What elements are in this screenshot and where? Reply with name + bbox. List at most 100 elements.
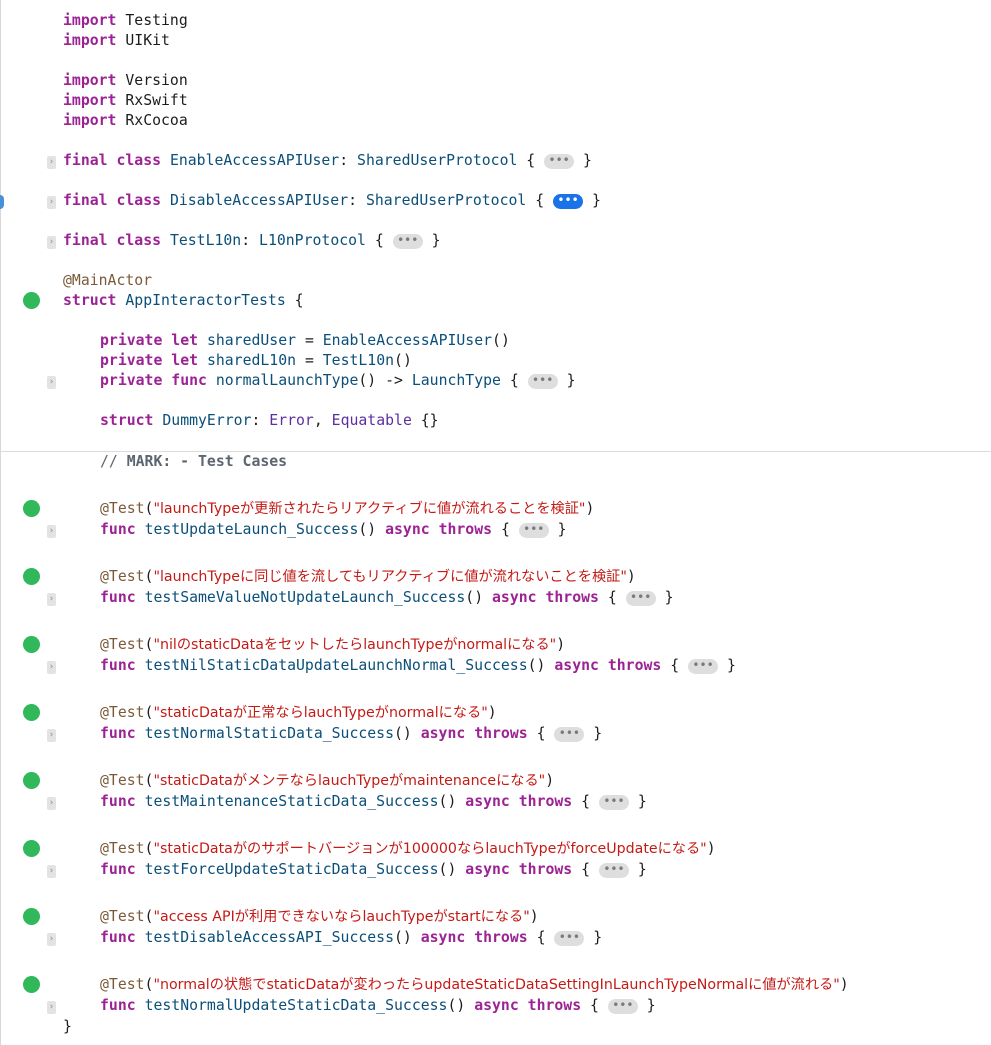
code-line[interactable]: import RxCocoa xyxy=(0,111,991,131)
code-line[interactable] xyxy=(0,0,991,8)
code-line[interactable] xyxy=(0,211,991,231)
code-line[interactable]: import Version xyxy=(0,71,991,91)
fold-ribbon-icon[interactable]: › xyxy=(47,525,56,538)
folded-code-button[interactable]: ••• xyxy=(392,234,423,249)
code-text[interactable]: func testForceUpdateStaticData_Success()… xyxy=(100,860,647,880)
code-line[interactable] xyxy=(0,473,991,493)
test-passed-icon[interactable] xyxy=(23,636,40,653)
code-line[interactable]: › func testNilStaticDataUpdateLaunchNorma… xyxy=(0,656,991,676)
code-line[interactable]: private let sharedL10n = TestL10n() xyxy=(0,351,991,371)
fold-ribbon-icon[interactable]: › xyxy=(47,797,56,810)
code-editor[interactable]: import Testing import UIKit import Version… xyxy=(0,0,991,1045)
code-line[interactable]: struct DummyError: Error, Equatable {} xyxy=(0,411,991,431)
code-line[interactable]: import Testing xyxy=(0,11,991,31)
code-line[interactable]: @Test("launchTypeに同じ値を流してもリアクティブに値が流れないこ… xyxy=(0,567,991,587)
test-passed-icon[interactable] xyxy=(23,568,40,585)
code-text[interactable]: @Test("launchTypeが更新されたらリアクティブに値が流れることを検… xyxy=(100,499,594,519)
code-line[interactable] xyxy=(0,431,991,451)
code-line[interactable]: @MainActor xyxy=(0,271,991,291)
code-line[interactable]: › func testNormalStaticData_Success() asy… xyxy=(0,724,991,744)
code-text[interactable]: @MainActor xyxy=(63,271,152,291)
test-passed-icon[interactable] xyxy=(23,840,40,857)
code-text[interactable]: @Test("staticDataがのサポートバージョンが100000ならlau… xyxy=(100,839,716,859)
test-passed-icon[interactable] xyxy=(23,908,40,925)
code-line[interactable]: } xyxy=(0,1017,991,1037)
code-line[interactable] xyxy=(0,51,991,71)
fold-ribbon-icon[interactable]: › xyxy=(47,236,56,249)
folded-code-button[interactable]: ••• xyxy=(553,194,584,209)
fold-ribbon-icon[interactable]: › xyxy=(47,593,56,606)
code-text[interactable]: } xyxy=(63,1017,72,1037)
code-line[interactable]: › func testNormalUpdateStaticData_Success… xyxy=(0,996,991,1016)
code-text[interactable]: @Test("nilのstaticDataをセットしたらlaunchTypeがn… xyxy=(100,635,565,655)
code-text[interactable]: private let sharedUser = EnableAccessAPI… xyxy=(100,331,510,351)
test-passed-icon[interactable] xyxy=(23,704,40,721)
code-text[interactable]: import Testing xyxy=(63,11,188,31)
code-text[interactable]: final class DisableAccessAPIUser: Shared… xyxy=(63,191,601,211)
code-line[interactable]: @Test("normalの状態でstaticDataが変わったらupdateS… xyxy=(0,975,991,995)
folded-code-button[interactable]: ••• xyxy=(527,374,558,389)
fold-ribbon-icon[interactable]: › xyxy=(47,865,56,878)
code-line[interactable] xyxy=(0,609,991,629)
code-line[interactable]: @Test("staticDataが正常ならlauchTypeがnormalにな… xyxy=(0,703,991,723)
code-text[interactable]: import RxSwift xyxy=(63,91,188,111)
code-text[interactable]: func testNormalUpdateStaticData_Success(… xyxy=(100,996,656,1016)
code-line[interactable] xyxy=(0,251,991,271)
code-line[interactable] xyxy=(0,813,991,833)
code-line[interactable] xyxy=(0,745,991,765)
code-line[interactable]: import RxSwift xyxy=(0,91,991,111)
test-passed-icon[interactable] xyxy=(23,500,40,517)
folded-code-button[interactable]: ••• xyxy=(544,154,575,169)
code-line[interactable]: @Test("access APIが利用できないならlauchTypeがstar… xyxy=(0,907,991,927)
code-text[interactable]: @Test("staticDataがメンテならlauchTypeがmainten… xyxy=(100,771,554,791)
code-line[interactable]: @Test("staticDataがメンテならlauchTypeがmainten… xyxy=(0,771,991,791)
code-text[interactable]: @Test("launchTypeに同じ値を流してもリアクティブに値が流れないこ… xyxy=(100,567,636,587)
folded-code-button[interactable]: ••• xyxy=(598,795,629,810)
code-line[interactable] xyxy=(0,391,991,411)
code-text[interactable]: func testMaintenanceStaticData_Success()… xyxy=(100,792,647,812)
code-line[interactable] xyxy=(0,541,991,561)
code-text[interactable]: func testNilStaticDataUpdateLaunchNormal… xyxy=(100,656,736,676)
code-text[interactable]: final class EnableAccessAPIUser: SharedU… xyxy=(63,151,592,171)
code-line[interactable] xyxy=(0,311,991,331)
code-text[interactable]: struct DummyError: Error, Equatable {} xyxy=(100,411,439,431)
code-text[interactable]: func testNormalStaticData_Success() asyn… xyxy=(100,724,602,744)
code-line[interactable]: struct AppInteractorTests { xyxy=(0,291,991,311)
fold-ribbon-icon[interactable]: › xyxy=(47,933,56,946)
code-line[interactable]: private let sharedUser = EnableAccessAPI… xyxy=(0,331,991,351)
code-line[interactable] xyxy=(0,881,991,901)
code-text[interactable]: import RxCocoa xyxy=(63,111,188,131)
code-text[interactable]: func testDisableAccessAPI_Success() asyn… xyxy=(100,928,602,948)
code-text[interactable]: @Test("normalの状態でstaticDataが変わったらupdateS… xyxy=(100,975,849,995)
folded-code-button[interactable]: ••• xyxy=(554,931,585,946)
fold-ribbon-icon[interactable]: › xyxy=(47,661,56,674)
code-text[interactable]: @Test("staticDataが正常ならlauchTypeがnormalにな… xyxy=(100,703,497,723)
folded-code-button[interactable]: ••• xyxy=(518,523,549,538)
code-line[interactable]: › func testMaintenanceStaticData_Success(… xyxy=(0,792,991,812)
code-line[interactable]: @Test("staticDataがのサポートバージョンが100000ならlau… xyxy=(0,839,991,859)
fold-ribbon-icon[interactable]: › xyxy=(47,376,56,389)
fold-ribbon-icon[interactable]: › xyxy=(47,729,56,742)
code-line[interactable] xyxy=(0,677,991,697)
folded-code-button[interactable]: ••• xyxy=(598,863,629,878)
code-text[interactable]: final class TestL10n: L10nProtocol { •••… xyxy=(63,231,441,251)
code-text[interactable]: private func normalLaunchType() -> Launc… xyxy=(100,371,576,391)
code-text[interactable]: func testUpdateLaunch_Success() async th… xyxy=(100,520,567,540)
folded-code-button[interactable]: ••• xyxy=(554,727,585,742)
fold-ribbon-icon[interactable]: › xyxy=(47,156,56,169)
code-text[interactable]: // MARK: - Test Cases xyxy=(100,452,287,472)
code-text[interactable]: func testSameValueNotUpdateLaunch_Succes… xyxy=(100,588,674,608)
fold-ribbon-icon[interactable]: › xyxy=(47,1001,56,1014)
code-line[interactable]: › final class TestL10n: L10nProtocol { ••… xyxy=(0,231,991,251)
code-line[interactable]: › func testUpdateLaunch_Success() async t… xyxy=(0,520,991,540)
code-line[interactable]: › final class EnableAccessAPIUser: Shared… xyxy=(0,151,991,171)
folded-code-button[interactable]: ••• xyxy=(607,999,638,1014)
code-line[interactable]: › func testSameValueNotUpdateLaunch_Succe… xyxy=(0,588,991,608)
test-passed-icon[interactable] xyxy=(23,292,40,309)
code-text[interactable]: private let sharedL10n = TestL10n() xyxy=(100,351,412,371)
code-line[interactable]: › func testForceUpdateStaticData_Success(… xyxy=(0,860,991,880)
code-text[interactable]: struct AppInteractorTests { xyxy=(63,291,304,311)
code-line[interactable] xyxy=(0,171,991,191)
code-line[interactable]: › private func normalLaunchType() -> Laun… xyxy=(0,371,991,391)
code-line[interactable]: @Test("launchTypeが更新されたらリアクティブに値が流れることを検… xyxy=(0,499,991,519)
